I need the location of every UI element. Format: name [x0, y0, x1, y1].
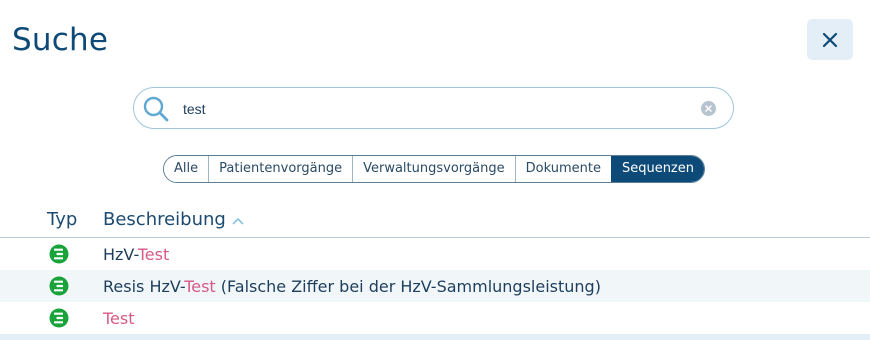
next-row-partial — [0, 334, 870, 340]
search-input[interactable] — [183, 99, 683, 119]
close-button[interactable] — [807, 19, 853, 60]
sequence-icon — [49, 244, 69, 264]
search-box — [133, 87, 734, 129]
table-row[interactable]: Resis HzV-Test (Falsche Ziffer bei der H… — [0, 270, 870, 302]
row-description: Resis HzV-Test (Falsche Ziffer bei der H… — [103, 277, 601, 296]
column-header-description-label: Beschreibung — [103, 209, 226, 230]
tab-alle[interactable]: Alle — [164, 156, 209, 182]
search-icon — [143, 96, 169, 122]
page-title: Suche — [12, 22, 109, 58]
row-description: Test — [103, 309, 135, 328]
tab-patientenvorgaenge[interactable]: Patientenvorgänge — [208, 156, 353, 182]
clear-icon[interactable] — [701, 101, 716, 116]
table-row[interactable]: HzV-Test — [0, 238, 870, 270]
sequence-icon — [49, 276, 69, 296]
filter-tabs: Alle Patientenvorgänge Verwaltungsvorgän… — [163, 155, 705, 183]
tab-sequenzen[interactable]: Sequenzen — [610, 156, 704, 182]
column-header-type: Typ — [47, 209, 78, 230]
tab-verwaltungsvorgaenge[interactable]: Verwaltungsvorgänge — [352, 156, 515, 182]
tab-dokumente[interactable]: Dokumente — [514, 156, 611, 182]
close-icon — [822, 32, 838, 47]
search-match: Test — [137, 245, 170, 264]
clear-x-icon — [705, 105, 712, 112]
table-row[interactable]: Test — [0, 302, 870, 334]
sort-ascending-icon — [232, 217, 244, 224]
column-header-description[interactable]: Beschreibung — [103, 209, 244, 230]
search-match: Test — [184, 277, 216, 296]
sequence-icon — [49, 308, 69, 328]
row-description: HzV-Test — [103, 245, 170, 264]
search-match: Test — [103, 309, 135, 328]
